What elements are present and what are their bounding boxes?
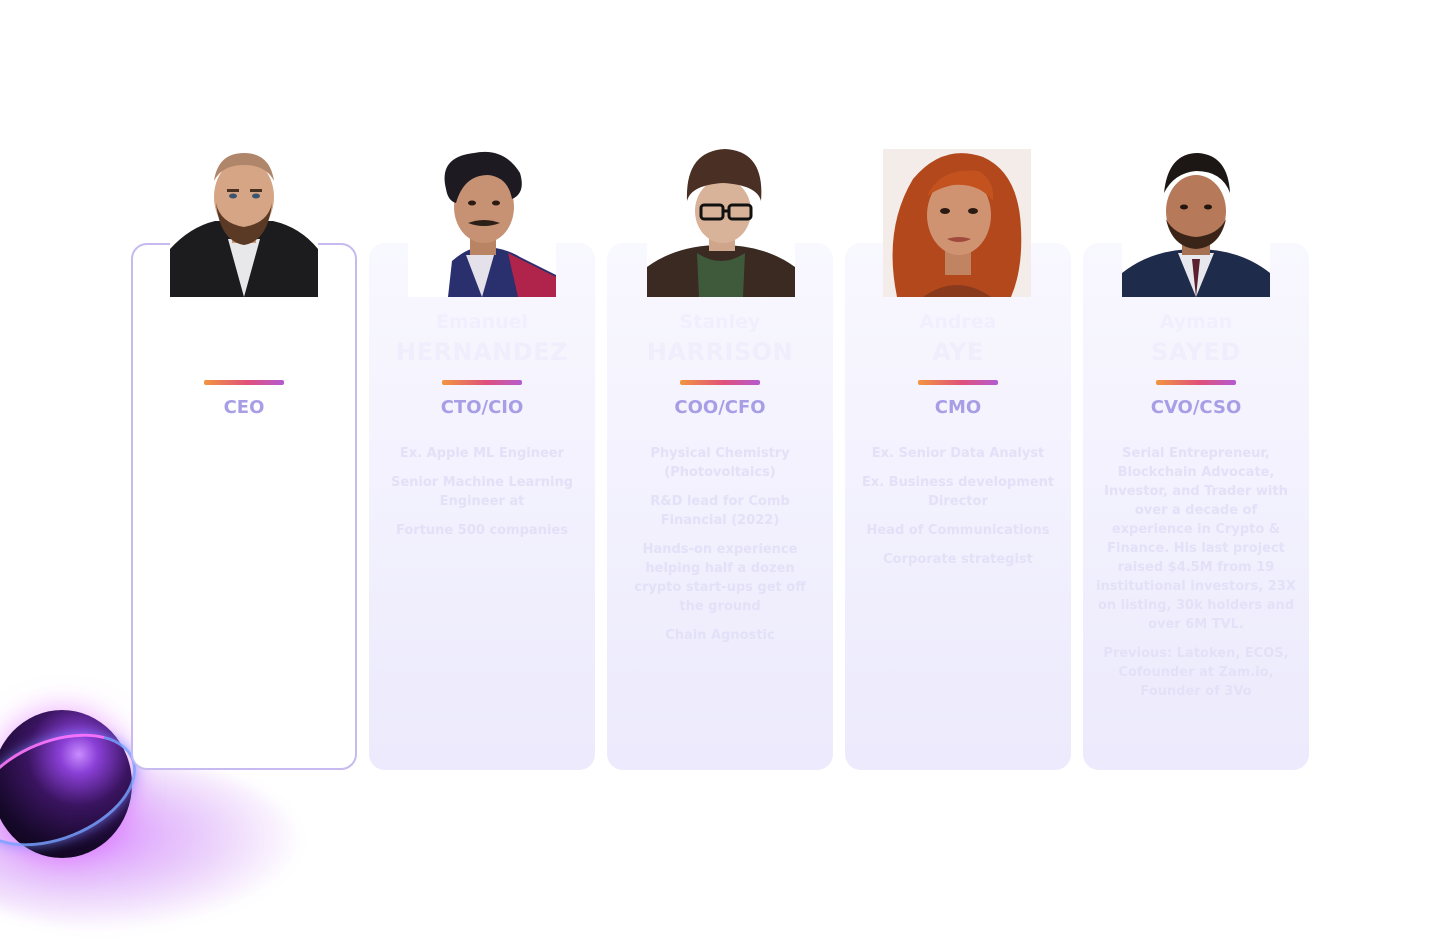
portrait-cvo <box>1122 149 1270 297</box>
portrait-cto <box>408 149 556 297</box>
member-first-name: Ayman <box>1159 311 1233 333</box>
bio-line: Chain Agnostic <box>665 628 775 643</box>
gradient-divider <box>1156 380 1236 385</box>
member-role: COO/CFO <box>674 397 766 418</box>
gradient-divider <box>918 380 998 385</box>
member-first-name: Stanley <box>679 311 761 333</box>
bio-line: Physical Chemistry (Photovoltaics) <box>650 446 790 480</box>
team-card-ceo[interactable] <box>131 243 357 770</box>
bio-line: Fortune 500 companies <box>396 523 568 538</box>
gradient-divider <box>442 380 522 385</box>
bio-line: Ex. Senior Data Analyst <box>871 446 1045 461</box>
member-bio: Ex. Apple ML Engineer Senior Machine Lea… <box>382 444 582 550</box>
bio-line: Serial Entrepreneur, Blockchain Advocate… <box>1096 446 1296 632</box>
member-bio: Serial Entrepreneur, Blockchain Advocate… <box>1096 444 1296 711</box>
member-bio: Ex. Senior Data Analyst Ex. Business dev… <box>858 444 1058 579</box>
member-last-name: HERNANDEZ <box>396 338 568 366</box>
member-last-name: HARRISON <box>646 338 794 366</box>
bio-line: Previous: Latoken, ECOS, Cofounder at Za… <box>1103 646 1289 699</box>
portrait-coo <box>647 149 795 297</box>
member-role: CEO <box>223 397 265 418</box>
member-role: CMO <box>934 397 982 418</box>
portrait-ceo <box>170 149 318 297</box>
member-role: CTO/CIO <box>440 397 524 418</box>
member-bio: Physical Chemistry (Photovoltaics) R&D l… <box>620 444 820 655</box>
bio-line: R&D lead for Comb Financial (2022) <box>650 494 790 528</box>
bio-line: Ex. Apple ML Engineer <box>399 446 565 461</box>
bio-line: Head of Communications <box>866 523 1050 538</box>
bio-line: Corporate strategist <box>883 552 1033 567</box>
gradient-divider <box>680 380 760 385</box>
member-first-name: Emanuel <box>435 311 529 333</box>
member-last-name: AYE <box>932 338 984 366</box>
portrait-cmo <box>883 149 1031 297</box>
gradient-divider <box>204 380 284 385</box>
bio-line: Hands-on experience helping half a dozen… <box>634 542 806 614</box>
member-last-name: SAYED <box>1151 338 1241 366</box>
team-section: CEO Emanuel HERNANDEZ CTO/CIO Ex. Apple … <box>0 0 1440 939</box>
bio-line: Senior Machine Learning Engineer at <box>390 475 574 509</box>
bio-line: Ex. Business development Director <box>861 475 1055 509</box>
member-role: CVO/CSO <box>1150 397 1242 418</box>
member-first-name: Andrea <box>919 311 997 333</box>
